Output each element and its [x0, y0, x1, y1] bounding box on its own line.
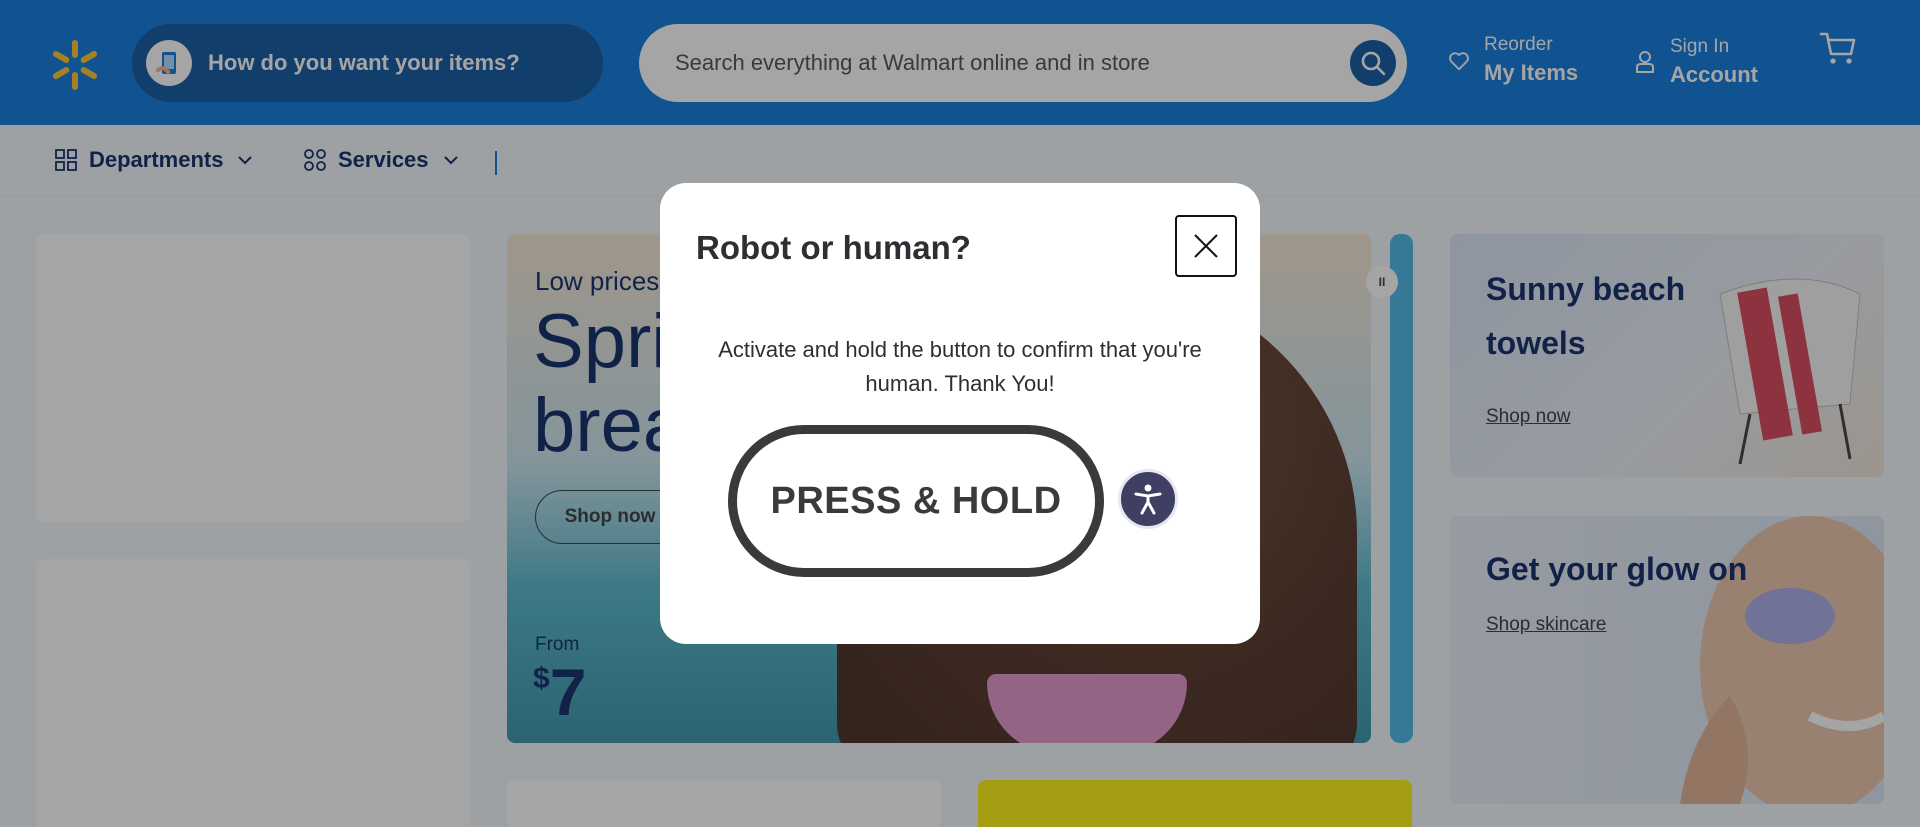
captcha-dialog: Robot or human? Activate and hold the bu…	[660, 183, 1260, 644]
press-and-hold-button[interactable]: PRESS & HOLD	[728, 425, 1104, 577]
dialog-message: Activate and hold the button to confirm …	[718, 337, 1202, 396]
accessibility-icon	[1134, 484, 1162, 515]
accessibility-button[interactable]	[1118, 469, 1178, 529]
close-icon	[1194, 234, 1218, 258]
close-button[interactable]	[1175, 215, 1237, 277]
dialog-title: Robot or human?	[696, 229, 971, 266]
